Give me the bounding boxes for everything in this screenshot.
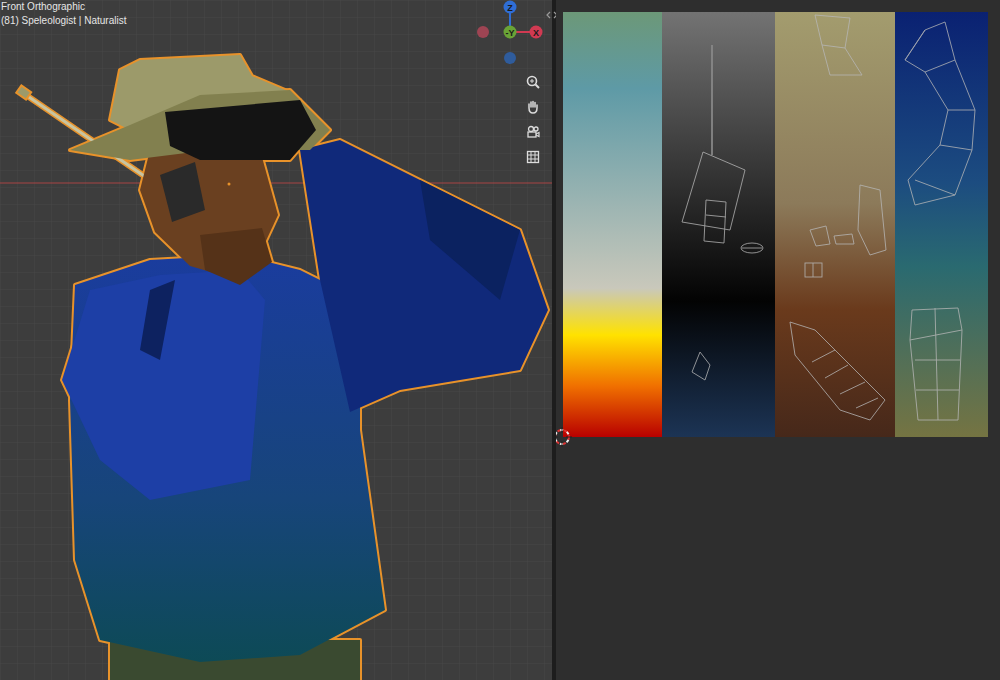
pan-button[interactable] — [522, 96, 544, 118]
svg-text:X: X — [533, 28, 539, 38]
x-axis-line — [0, 183, 552, 184]
object-label: (81) Speleologist | Naturalist — [1, 14, 126, 28]
zoom-button[interactable] — [522, 71, 544, 93]
blender-window: Front Orthographic(81) Speleologist | Na… — [0, 0, 1000, 680]
svg-text:Z: Z — [507, 3, 513, 13]
texture-image — [563, 12, 988, 437]
navigation-gizmo[interactable]: Z -Y X — [470, 0, 550, 70]
camera-button[interactable] — [522, 121, 544, 143]
axis-handle[interactable]: X — [530, 26, 543, 39]
3d-viewport[interactable]: Front Orthographic(81) Speleologist | Na… — [0, 0, 552, 680]
character-model[interactable] — [16, 55, 548, 680]
perspective-button[interactable] — [522, 146, 544, 168]
svg-text:-Y: -Y — [506, 28, 515, 38]
axis-handle[interactable]: Z — [504, 1, 517, 14]
axis-handle[interactable]: -Y — [504, 26, 517, 39]
zoom-icon — [526, 75, 540, 89]
camera-icon — [526, 125, 540, 139]
cursor-icon[interactable] — [556, 427, 572, 447]
uv-texture-canvas[interactable] — [556, 0, 1000, 450]
uv-wireframe — [682, 15, 975, 420]
uv-editor[interactable] — [556, 0, 1000, 680]
grid-icon — [526, 150, 540, 164]
viewport-canvas[interactable] — [0, 0, 552, 680]
negative-axis-handle[interactable] — [504, 52, 516, 64]
negative-axis-handle[interactable] — [477, 26, 489, 38]
view-label: Front Orthographic — [1, 0, 126, 14]
navigation-buttons — [522, 71, 544, 168]
viewport-info: Front Orthographic(81) Speleologist | Na… — [0, 0, 126, 28]
hand-icon — [526, 100, 540, 114]
